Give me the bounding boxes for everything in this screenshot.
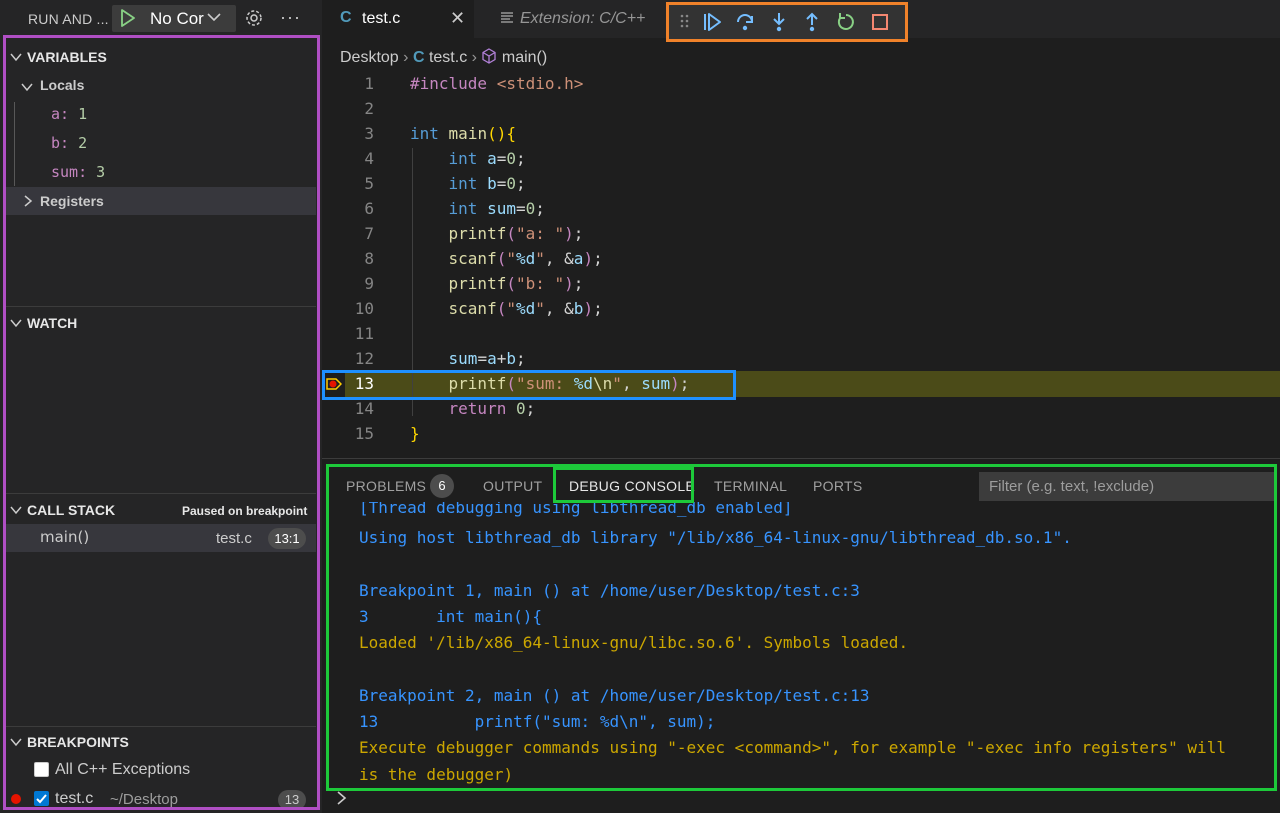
line-number: 2: [364, 99, 374, 118]
code-line: printf("b: ");: [448, 274, 584, 293]
launch-config-name: No Cor: [150, 9, 204, 28]
breadcrumb-folder[interactable]: Desktop: [340, 49, 399, 66]
line-number: 1: [364, 74, 374, 93]
sidebar-highlight-box: [3, 35, 320, 810]
line-number: 7: [364, 224, 374, 243]
code-line: scanf("%d", &a);: [448, 249, 603, 268]
gear-icon[interactable]: [244, 8, 264, 28]
line-number: 9: [364, 274, 374, 293]
start-debugging-icon[interactable]: [120, 9, 136, 27]
breadcrumb-symbol[interactable]: main(): [502, 49, 547, 66]
line-number: 8: [364, 249, 374, 268]
step-over-icon[interactable]: [734, 11, 756, 33]
continue-icon[interactable]: [701, 11, 723, 33]
line-number: 6: [364, 199, 374, 218]
line-number: 4: [364, 149, 374, 168]
step-out-icon[interactable]: [801, 11, 823, 33]
code-line: int main(){: [410, 124, 516, 143]
c-file-icon: C: [340, 9, 352, 26]
tab-label: test.c: [362, 10, 401, 27]
chevron-down-icon[interactable]: [206, 10, 222, 24]
line-number: 5: [364, 174, 374, 193]
code-line: #include <stdio.h>: [410, 74, 584, 93]
code-line: int b=0;: [448, 174, 526, 193]
breadcrumb-file[interactable]: test.c: [429, 49, 467, 66]
run-and-debug-title: RUN AND ...: [28, 11, 109, 27]
code-line: printf("a: ");: [448, 224, 584, 243]
restart-icon[interactable]: [835, 11, 857, 33]
stop-icon[interactable]: [869, 11, 891, 33]
debug-toolbar: [666, 2, 908, 42]
code-line: sum=a+b;: [448, 349, 526, 368]
code-line: int sum=0;: [448, 199, 545, 218]
code-line: return 0;: [448, 399, 536, 418]
code-line: scanf("%d", &b);: [448, 299, 603, 318]
preview-file-icon: [501, 12, 513, 23]
current-line-highlight-box: [322, 370, 736, 400]
console-prompt-icon[interactable]: [336, 790, 348, 806]
line-number: 14: [354, 399, 374, 418]
close-icon[interactable]: ✕: [450, 8, 465, 29]
line-number: 11: [354, 324, 374, 343]
code-line: int a=0;: [448, 149, 526, 168]
step-into-icon[interactable]: [768, 11, 790, 33]
tab-label: Extension: C/C++: [520, 10, 646, 27]
c-file-icon: C: [412, 49, 425, 66]
breadcrumb: Desktop › C test.c › main(): [340, 48, 547, 67]
line-number: 3: [364, 124, 374, 143]
drag-handle-icon[interactable]: [679, 11, 691, 31]
breadcrumb-separator-icon: ›: [471, 49, 482, 66]
line-number: 15: [354, 424, 374, 443]
line-number: 10: [354, 299, 374, 318]
code-line: }: [410, 424, 420, 443]
more-actions-icon[interactable]: ···: [280, 8, 301, 26]
method-icon: [482, 48, 497, 64]
line-number: 12: [354, 349, 374, 368]
debug-console-highlight-box: [326, 464, 1277, 791]
breadcrumb-separator-icon: ›: [403, 49, 413, 66]
